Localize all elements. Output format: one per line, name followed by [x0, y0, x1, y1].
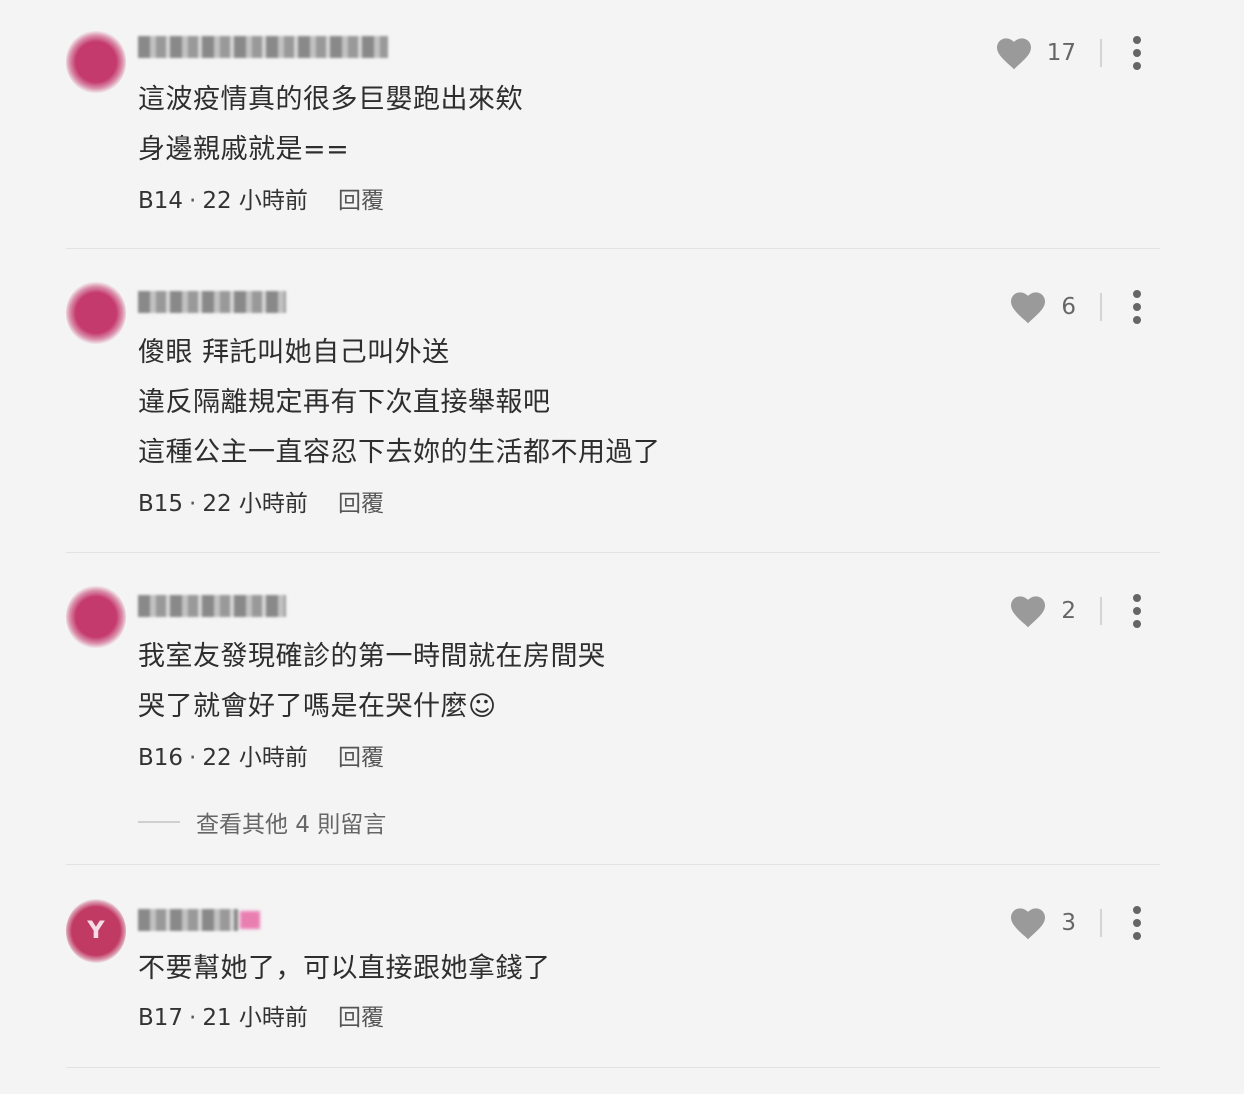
comment-text: 這波疫情真的很多巨嬰跑出來欸 [138, 84, 523, 115]
divider-line [138, 821, 180, 823]
avatar-letter-icon: Y [87, 916, 105, 944]
comment-actions: 2 [1009, 591, 1142, 631]
comment-item: 6 傻眼 拜託叫她自己叫外送 違反隔離規定再有下次直接舉報吧 這種公主一直容忍下… [66, 249, 1160, 553]
comment-text: 傻眼 拜託叫她自己叫外送 [138, 337, 450, 368]
reply-button[interactable]: 回覆 [338, 491, 384, 517]
view-more-replies-label: 查看其他 4 則留言 [196, 812, 387, 838]
avatar[interactable] [66, 281, 126, 345]
floor-number: B16 [138, 745, 184, 771]
divider [1100, 909, 1102, 937]
comment-meta: B14 · 22 小時前 回覆 [138, 186, 384, 216]
comment-text: 我室友發現確診的第一時間就在房間哭 [138, 641, 606, 672]
timestamp: 22 小時前 [202, 188, 308, 214]
comment-item: 2 我室友發現確診的第一時間就在房間哭 哭了就會好了嗎是在哭什麼☺ B16 · 22… [66, 553, 1160, 865]
like-count: 17 [1046, 40, 1076, 66]
comment-text: 不要幫她了，可以直接跟她拿錢了 [138, 953, 551, 984]
reply-button[interactable]: 回覆 [338, 745, 384, 771]
comment-meta: B17 · 21 小時前 回覆 [138, 1003, 384, 1033]
comment-actions: 6 [1009, 287, 1142, 327]
more-vertical-icon[interactable] [1132, 290, 1142, 324]
timestamp: 22 小時前 [202, 491, 308, 517]
floor-number: B14 [138, 188, 184, 214]
heart-icon[interactable] [995, 36, 1033, 70]
timestamp: 21 小時前 [202, 1005, 308, 1031]
divider [1100, 39, 1102, 67]
comment-item: 17 這波疫情真的很多巨嬰跑出來欸 身邊親戚就是== B14 · 22 小時前 回覆 [66, 0, 1160, 249]
comment-list: 17 這波疫情真的很多巨嬰跑出來欸 身邊親戚就是== B14 · 22 小時前 回覆 … [66, 0, 1160, 1068]
heart-icon[interactable] [1009, 594, 1047, 628]
comment-actions: 17 [995, 33, 1142, 73]
avatar[interactable]: Y [66, 899, 126, 963]
author-name-blurred [138, 291, 286, 313]
reply-button[interactable]: 回覆 [338, 188, 384, 214]
floor-number: B15 [138, 491, 184, 517]
separator-dot: · [189, 1005, 197, 1031]
comment-actions: 3 [1009, 903, 1142, 943]
author-name-blurred [138, 909, 260, 931]
name-emoji-blurred [240, 911, 260, 929]
timestamp: 22 小時前 [202, 745, 308, 771]
like-count: 6 [1061, 294, 1076, 320]
comment-meta: B16 · 22 小時前 回覆 [138, 743, 384, 773]
separator-dot: · [189, 745, 197, 771]
separator-dot: · [189, 491, 197, 517]
author-name-blurred [138, 36, 388, 58]
divider [1100, 597, 1102, 625]
like-count: 2 [1061, 598, 1076, 624]
comment-text: 違反隔離規定再有下次直接舉報吧 [138, 387, 551, 418]
heart-icon[interactable] [1009, 290, 1047, 324]
heart-icon[interactable] [1009, 906, 1047, 940]
floor-number: B17 [138, 1005, 184, 1031]
more-vertical-icon[interactable] [1132, 36, 1142, 70]
author-name-blurred [138, 595, 286, 617]
comment-text: 這種公主一直容忍下去妳的生活都不用過了 [138, 437, 661, 468]
avatar[interactable] [66, 30, 126, 94]
view-more-replies-link[interactable]: 查看其他 4 則留言 [138, 805, 386, 839]
comment-item: Y 3 不要幫她了，可以直接跟她拿錢了 B17 · 21 小時前 回覆 [66, 865, 1160, 1068]
separator-dot: · [189, 188, 197, 214]
divider [1100, 293, 1102, 321]
comment-meta: B15 · 22 小時前 回覆 [138, 489, 384, 519]
reply-button[interactable]: 回覆 [338, 1005, 384, 1031]
more-vertical-icon[interactable] [1132, 906, 1142, 940]
avatar[interactable] [66, 585, 126, 649]
more-vertical-icon[interactable] [1132, 594, 1142, 628]
like-count: 3 [1061, 910, 1076, 936]
comment-text: 哭了就會好了嗎是在哭什麼☺ [138, 691, 497, 722]
comment-text: 身邊親戚就是== [138, 134, 350, 165]
